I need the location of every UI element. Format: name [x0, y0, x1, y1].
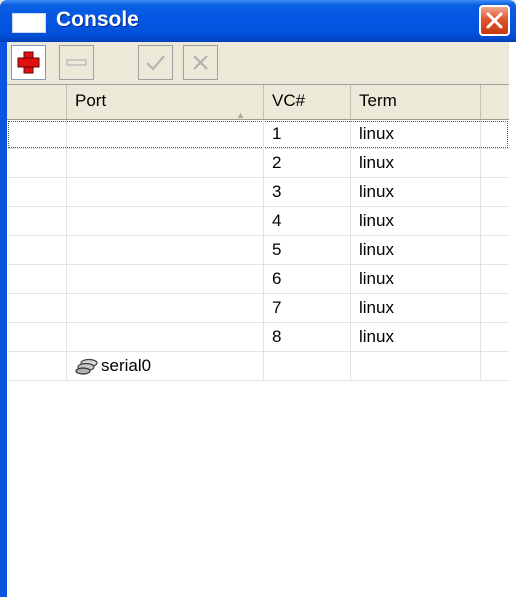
- extra-cell: [481, 207, 509, 236]
- table-row[interactable]: 1 linux: [7, 120, 509, 149]
- vc-cell: [264, 352, 351, 381]
- vc-cell: 6: [264, 265, 351, 294]
- window-title: Console: [56, 8, 139, 31]
- term-cell: [351, 352, 481, 381]
- port-cell: [67, 323, 264, 352]
- port-cell: [67, 178, 264, 207]
- table-header: Port ▲ VC# Term: [7, 85, 509, 120]
- x-icon: [193, 55, 208, 70]
- extra-cell: [481, 352, 509, 381]
- toolbar: [7, 42, 509, 84]
- vc-cell: 3: [264, 178, 351, 207]
- console-table: Port ▲ VC# Term 1 linux 2 linux 3 linux …: [7, 84, 509, 597]
- row-select-cell: [7, 207, 67, 236]
- row-select-cell: [7, 149, 67, 178]
- port-cell: [67, 236, 264, 265]
- extra-cell: [481, 178, 509, 207]
- close-button[interactable]: [479, 5, 510, 36]
- term-cell: linux: [351, 149, 481, 178]
- term-cell: linux: [351, 323, 481, 352]
- term-cell: linux: [351, 207, 481, 236]
- column-header-select[interactable]: [7, 85, 67, 119]
- extra-cell: [481, 323, 509, 352]
- plus-icon: [17, 51, 40, 74]
- port-cell: [67, 149, 264, 178]
- port-cell: [67, 265, 264, 294]
- window-frame-left: [0, 42, 7, 597]
- close-icon: [486, 12, 503, 29]
- vc-cell: 5: [264, 236, 351, 265]
- table-row[interactable]: 6 linux: [7, 265, 509, 294]
- table-row[interactable]: 8 linux: [7, 323, 509, 352]
- vc-cell: 4: [264, 207, 351, 236]
- vc-cell: 2: [264, 149, 351, 178]
- row-select-cell: [7, 178, 67, 207]
- column-header-port[interactable]: Port ▲: [67, 85, 264, 120]
- term-cell: linux: [351, 236, 481, 265]
- table-row[interactable]: 4 linux: [7, 207, 509, 236]
- table-row[interactable]: 5 linux: [7, 236, 509, 265]
- column-header-extra[interactable]: [481, 85, 509, 119]
- row-select-cell: [7, 120, 67, 149]
- vc-cell: 8: [264, 323, 351, 352]
- column-header-term[interactable]: Term: [351, 85, 481, 119]
- extra-cell: [481, 265, 509, 294]
- row-select-cell: [7, 323, 67, 352]
- serial-port-icon: [75, 358, 98, 375]
- vc-cell: 7: [264, 294, 351, 323]
- row-select-cell: [7, 352, 67, 381]
- extra-cell: [481, 120, 509, 149]
- window-icon: [12, 13, 46, 33]
- port-cell: serial0: [67, 352, 264, 381]
- title-bar[interactable]: Console: [0, 0, 516, 42]
- port-cell: [67, 120, 264, 149]
- vc-cell: 1: [264, 120, 351, 149]
- extra-cell: [481, 236, 509, 265]
- table-row[interactable]: 7 linux: [7, 294, 509, 323]
- remove-button[interactable]: [59, 45, 94, 80]
- minus-icon: [66, 59, 87, 66]
- row-select-cell: [7, 236, 67, 265]
- table-body: 1 linux 2 linux 3 linux 4 linux 5 linux …: [7, 120, 509, 381]
- table-row[interactable]: 3 linux: [7, 178, 509, 207]
- row-select-cell: [7, 265, 67, 294]
- check-icon: [146, 55, 165, 71]
- console-window: Console Port ▲ VC# Term 1 linux 2 linux …: [0, 0, 516, 597]
- term-cell: linux: [351, 178, 481, 207]
- table-row[interactable]: serial0: [7, 352, 509, 381]
- term-cell: linux: [351, 120, 481, 149]
- table-row[interactable]: 2 linux: [7, 149, 509, 178]
- term-cell: linux: [351, 294, 481, 323]
- disable-button[interactable]: [183, 45, 218, 80]
- term-cell: linux: [351, 265, 481, 294]
- extra-cell: [481, 149, 509, 178]
- port-cell: [67, 294, 264, 323]
- port-name: serial0: [101, 356, 152, 375]
- window-frame-right: [509, 42, 516, 597]
- column-header-vc[interactable]: VC#: [264, 85, 351, 119]
- enable-button[interactable]: [138, 45, 173, 80]
- add-button[interactable]: [11, 45, 46, 80]
- row-select-cell: [7, 294, 67, 323]
- extra-cell: [481, 294, 509, 323]
- port-cell: [67, 207, 264, 236]
- column-header-port-label: Port: [75, 91, 107, 110]
